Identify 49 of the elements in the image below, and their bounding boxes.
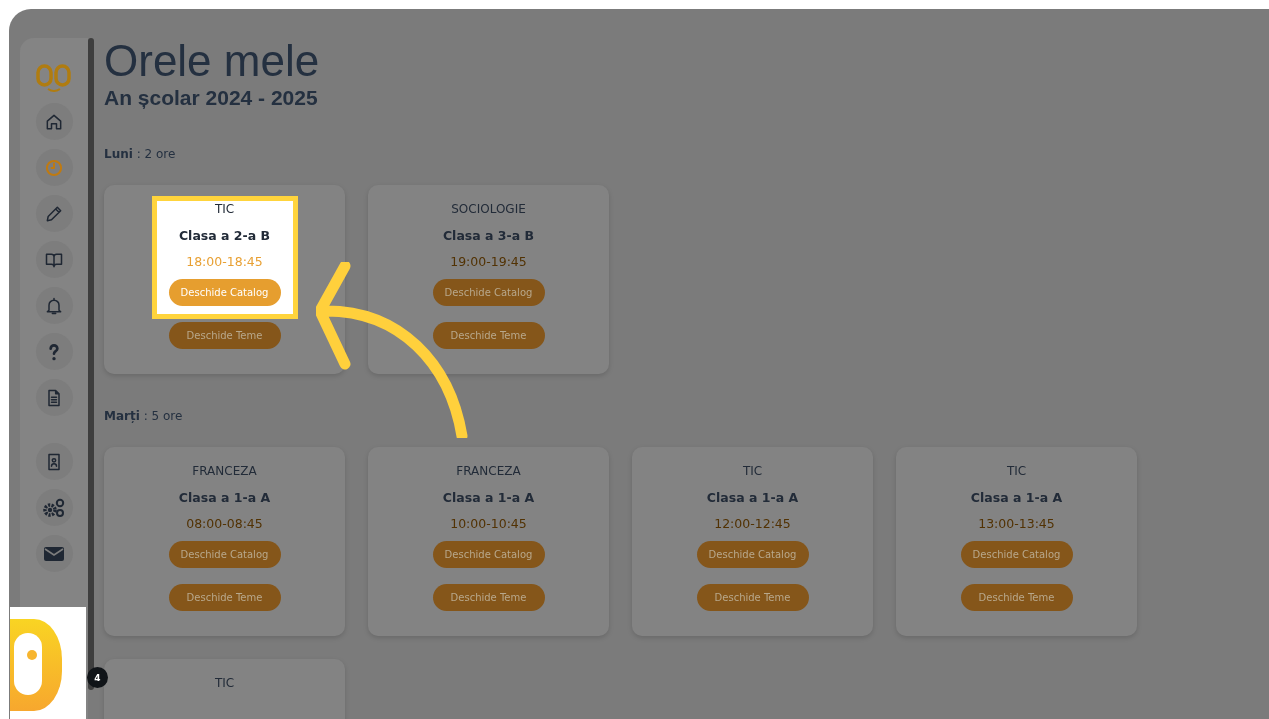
bell-icon (44, 295, 64, 316)
open-catalog-button[interactable]: Deschide Catalog (432, 279, 545, 306)
class-name: Clasa a 1-a A (706, 489, 799, 506)
subject-name: TIC (214, 675, 235, 692)
gears-icon (42, 496, 66, 519)
class-name: Clasa a 1-a A (178, 489, 271, 506)
open-homework-button[interactable]: Deschide Teme (432, 322, 545, 349)
lesson-time: 12:00-12:45 (714, 515, 791, 532)
sidebar-item[interactable] (35, 489, 73, 526)
open-catalog-button[interactable]: Deschide Catalog (168, 279, 281, 306)
subject-name: TIC (742, 463, 763, 480)
sidebar-item[interactable] (35, 333, 73, 370)
lesson-time: 08:00-08:45 (186, 515, 263, 532)
open-catalog-button[interactable]: Deschide Catalog (696, 541, 809, 568)
lesson-time: 18:00-18:45 (186, 253, 263, 270)
logo-icon (35, 64, 73, 94)
day-label: Luni : 2 ore (104, 147, 177, 161)
page-title: Orele mele (104, 38, 321, 84)
open-homework-button[interactable]: Deschide Teme (696, 584, 809, 611)
open-homework-button[interactable]: Deschide Teme (168, 584, 281, 611)
sidebar-item[interactable] (35, 443, 73, 480)
open-homework-button[interactable]: Deschide Teme (432, 584, 545, 611)
open-catalog-button[interactable]: Deschide Catalog (960, 541, 1073, 568)
open-homework-button[interactable]: Deschide Teme (960, 584, 1073, 611)
sidebar-item[interactable] (35, 535, 73, 572)
lesson-time: 19:00-19:45 (450, 253, 527, 270)
lesson-time: 13:00-13:45 (978, 515, 1055, 532)
sidebar-item[interactable] (35, 379, 73, 416)
mail-icon (43, 544, 65, 563)
open-catalog-button[interactable]: Deschide Catalog (168, 541, 281, 568)
subject-name: TIC (1006, 463, 1027, 480)
lesson-time: 10:00-10:45 (450, 515, 527, 532)
class-name: Clasa a 1-a A (970, 489, 1063, 506)
clock-icon (44, 157, 64, 178)
subject-name: FRANCEZA (192, 463, 257, 480)
subject-name: TIC (214, 201, 235, 218)
school-year: An școlar 2024 - 2025 (104, 85, 319, 111)
class-name: Clasa a 3-a B (442, 227, 535, 244)
subject-name: SOCIOLOGIE (451, 201, 526, 218)
open-homework-button[interactable]: Deschide Teme (168, 322, 281, 349)
sidebar-item[interactable] (35, 287, 73, 324)
day-label: Marți : 5 ore (104, 409, 184, 423)
sidebar-item[interactable] (35, 103, 73, 140)
open-catalog-button[interactable]: Deschide Catalog (432, 541, 545, 568)
sidebar-item[interactable] (35, 195, 73, 232)
sidebar-item[interactable] (35, 241, 73, 278)
class-name: Clasa a 2-a B (178, 227, 271, 244)
subject-name: FRANCEZA (456, 463, 521, 480)
class-name: Clasa a 1-a A (442, 489, 535, 506)
